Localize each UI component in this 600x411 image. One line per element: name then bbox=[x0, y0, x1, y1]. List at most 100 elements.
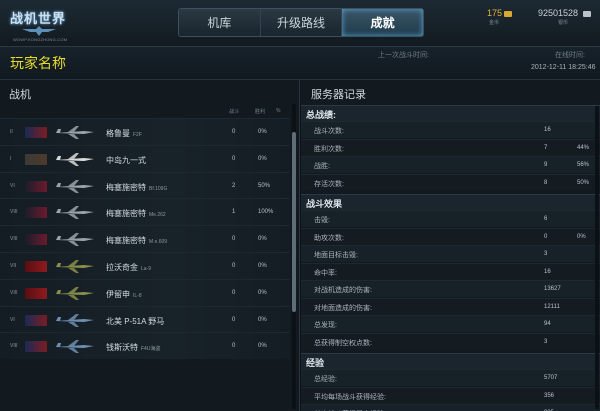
nation-flag-icon bbox=[25, 341, 47, 353]
col-battles-header: 战斗 bbox=[229, 109, 240, 115]
aircraft-row[interactable]: VIII 钱斯沃特 F4U海盗 0 0% bbox=[0, 332, 290, 360]
record-value: 3 bbox=[544, 251, 548, 257]
aircraft-scroll-thumb[interactable] bbox=[292, 132, 296, 312]
record-label: 总经验: bbox=[314, 376, 337, 383]
aircraft-name: 格鲁曼 F2F bbox=[106, 128, 142, 139]
aircraft-tier: VIII bbox=[10, 236, 18, 243]
aircraft-name-text: 拉沃奇金 bbox=[106, 263, 138, 272]
aircraft-row[interactable]: II 格鲁曼 F2F 0 0% bbox=[0, 118, 290, 145]
last-battle-label: 上一次战斗时间: bbox=[378, 52, 429, 59]
aircraft-name-text: 中岛九一式 bbox=[106, 155, 146, 165]
col-win-header: 胜利 bbox=[255, 109, 266, 115]
record-value: 9 bbox=[544, 162, 548, 168]
record-section-header: 经验 bbox=[301, 353, 600, 369]
aircraft-row[interactable]: VI 梅塞施密特 Bf.109G 2 50% bbox=[0, 171, 290, 199]
aircraft-icon bbox=[56, 206, 94, 220]
aircraft-tier: II bbox=[10, 129, 13, 135]
aircraft-icon bbox=[56, 340, 94, 354]
record-section-header: 总战绩: bbox=[301, 105, 600, 121]
record-row: 存活次数: 8 50% bbox=[301, 173, 600, 191]
aircraft-win-rate: 0% bbox=[258, 343, 267, 350]
silver-label: 银币 bbox=[558, 20, 569, 26]
aircraft-name: 中岛九一式 bbox=[106, 155, 149, 166]
record-row: 击毁: 6 bbox=[301, 210, 600, 227]
player-name: 玩家名称 bbox=[10, 55, 66, 71]
aircraft-model: F4U海盗 bbox=[141, 346, 161, 353]
aircraft-tier: I bbox=[10, 155, 12, 162]
tab-achievements[interactable]: 成就 bbox=[342, 9, 423, 36]
aircraft-win-rate: 0% bbox=[258, 155, 267, 162]
aircraft-win-rate: 0% bbox=[258, 236, 267, 243]
record-row: 总获得制空权点数: 3 bbox=[301, 332, 600, 350]
record-value: 7 bbox=[544, 144, 548, 151]
player-header: 玩家名称 上一次战斗时间: 在线时间: 2012-12-11 18:25:46 bbox=[0, 47, 600, 80]
record-value: 16 bbox=[544, 127, 551, 133]
wing-emblem-icon bbox=[22, 26, 56, 36]
record-percent: 50% bbox=[577, 179, 590, 186]
record-value: 6 bbox=[544, 216, 548, 222]
record-label: 地面目标击毁: bbox=[314, 252, 358, 259]
nation-flag-icon bbox=[25, 207, 47, 219]
gold-amount: 175 bbox=[487, 8, 503, 18]
aircraft-name-text: 北美 P-51A 野马 bbox=[106, 316, 165, 326]
record-label: 击毁: bbox=[314, 217, 330, 224]
aircraft-panel-title: 战机 bbox=[9, 89, 31, 101]
aircraft-row[interactable]: VIII 梅塞施密特 M e.609 0 0% bbox=[0, 225, 290, 253]
record-value: 12111 bbox=[544, 303, 560, 310]
nation-flag-icon bbox=[25, 287, 47, 299]
aircraft-name: 梅塞施密特 Bf.109G bbox=[106, 182, 167, 193]
aircraft-model: La-9 bbox=[141, 266, 152, 272]
record-value: 0 bbox=[544, 233, 548, 240]
record-scrollbar[interactable] bbox=[595, 106, 599, 409]
aircraft-battles: 0 bbox=[232, 129, 236, 135]
aircraft-name-text: 格鲁曼 bbox=[106, 129, 130, 138]
aircraft-icon bbox=[56, 126, 94, 139]
server-record-panel: 服务器记录 总战绩: 战斗次数: 16 胜利次数: 7 44% 战胜: 9 56% 存活次数: 8 5… bbox=[301, 80, 600, 411]
aircraft-icon bbox=[56, 233, 94, 247]
aircraft-tier: VI bbox=[10, 182, 15, 189]
record-label: 存活次数: bbox=[314, 180, 344, 188]
aircraft-model: M e.609 bbox=[149, 239, 168, 246]
gold-icon bbox=[504, 11, 512, 17]
aircraft-battles: 0 bbox=[232, 289, 236, 296]
record-label: 总发现: bbox=[314, 322, 337, 329]
record-section-title: 经验 bbox=[306, 358, 325, 368]
aircraft-name: 梅塞施密特 Me.262 bbox=[106, 208, 166, 219]
record-row: 平均每场战斗获得经验: 356 bbox=[301, 386, 600, 404]
aircraft-icon bbox=[56, 152, 94, 166]
aircraft-win-rate: 100% bbox=[258, 209, 274, 216]
aircraft-row[interactable]: VIII 伊留申 IL-8 0 0% bbox=[0, 278, 290, 306]
aircraft-name: 梅塞施密特 M e.609 bbox=[106, 235, 167, 246]
record-value: 8 bbox=[544, 179, 548, 186]
record-row: 胜利次数: 7 44% bbox=[301, 138, 600, 156]
record-row: 地面目标击毁: 3 bbox=[301, 245, 600, 262]
top-bar: 战机世界 WOWP.KONGZHONG.COM 机库 升级路线 成就 175 金… bbox=[0, 0, 600, 47]
aircraft-name-text: 梅塞施密特 bbox=[106, 209, 146, 219]
aircraft-tier: VIII bbox=[10, 209, 18, 216]
aircraft-tier: VI bbox=[10, 316, 15, 323]
aircraft-battles: 0 bbox=[232, 316, 236, 323]
aircraft-battles: 0 bbox=[232, 236, 236, 243]
aircraft-row[interactable]: VII 拉沃奇金 La-9 0 0% bbox=[0, 252, 290, 279]
record-label: 对战机造成的伤害: bbox=[314, 287, 372, 294]
aircraft-battles: 2 bbox=[232, 182, 236, 189]
aircraft-row[interactable]: I 中岛九一式 0 0% bbox=[0, 144, 290, 172]
aircraft-row[interactable]: VIII 梅塞施密特 Me.262 1 100% bbox=[0, 198, 290, 226]
record-row: 助攻次数: 0 0% bbox=[301, 227, 600, 245]
record-value: 356 bbox=[544, 392, 555, 399]
game-logo[interactable]: 战机世界 WOWP.KONGZHONG.COM bbox=[10, 4, 68, 44]
col-pct-header: % bbox=[276, 108, 281, 114]
tab-hangar[interactable]: 机库 bbox=[179, 9, 261, 36]
record-percent: 56% bbox=[577, 162, 590, 168]
record-row: 对战机造成的伤害: 13627 bbox=[301, 280, 600, 297]
record-label: 平均每场战斗获得经验: bbox=[314, 393, 386, 401]
aircraft-name-text: 钱斯沃特 bbox=[106, 343, 138, 353]
aircraft-row[interactable]: VI 北美 P-51A 野马 0 0% bbox=[0, 305, 290, 333]
record-row: 单次战斗获得最大经验:935 bbox=[301, 404, 600, 411]
nation-flag-icon bbox=[25, 127, 47, 138]
nation-flag-icon bbox=[25, 314, 47, 326]
main-tabs: 机库 升级路线 成就 bbox=[178, 8, 424, 37]
aircraft-battles: 0 bbox=[232, 343, 236, 350]
tab-tech-tree[interactable]: 升级路线 bbox=[260, 9, 343, 36]
record-section-title: 战斗效果 bbox=[306, 199, 343, 209]
